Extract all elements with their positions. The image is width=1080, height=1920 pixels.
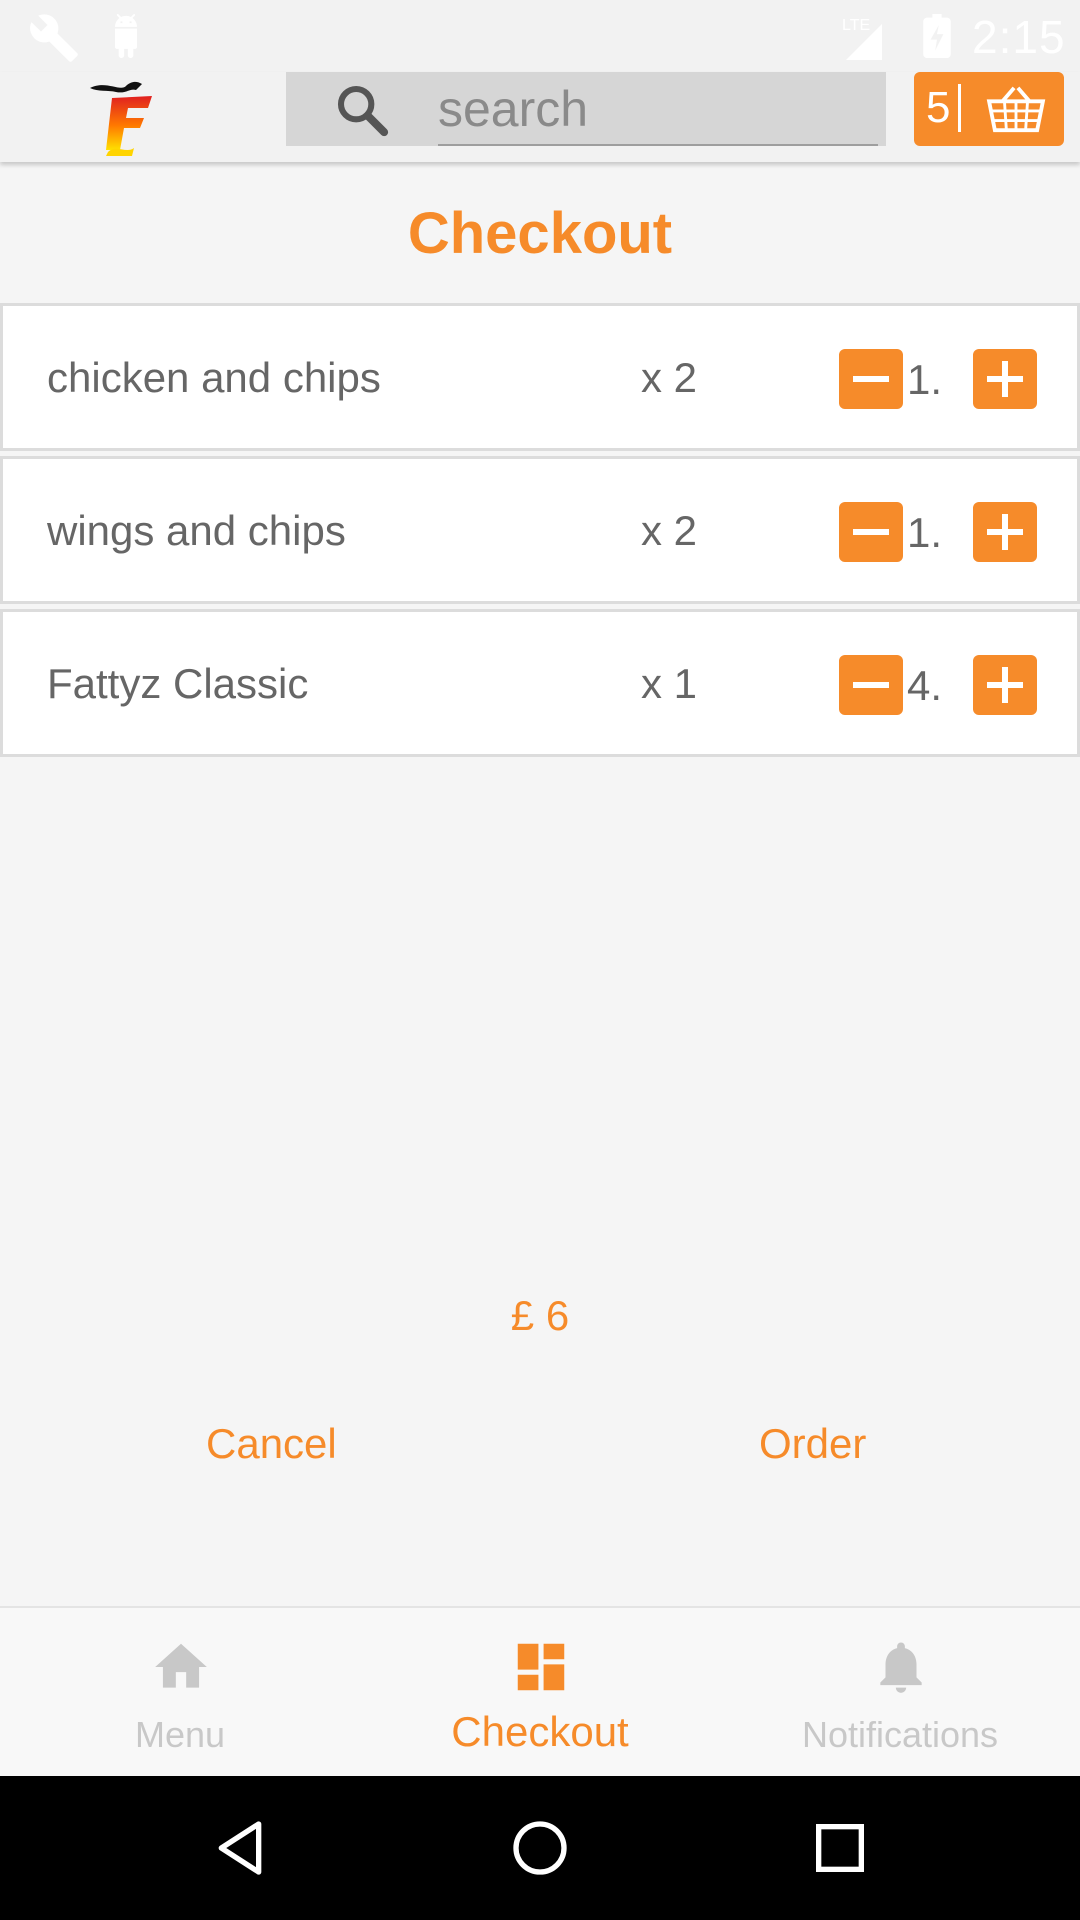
android-icon xyxy=(115,14,137,58)
nav-label: Checkout xyxy=(451,1708,629,1755)
item-name: Fattyz Classic xyxy=(47,660,309,707)
cart-count: 5 xyxy=(926,84,962,132)
page-title: Checkout xyxy=(407,201,673,266)
plus-icon xyxy=(987,361,1023,397)
increase-quantity-button[interactable] xyxy=(973,349,1037,409)
minus-icon xyxy=(853,529,889,535)
dashboard-icon xyxy=(517,1643,565,1691)
bell-icon xyxy=(880,1642,922,1693)
wrench-icon xyxy=(30,14,78,62)
minus-icon xyxy=(853,376,889,382)
nav-item-notifications[interactable]: Notifications xyxy=(720,1608,1080,1778)
cart-item-row: Fattyz Classic x 1 4. xyxy=(0,609,1080,757)
system-navigation-bar xyxy=(0,1776,1080,1920)
minus-icon xyxy=(853,682,889,688)
home-icon xyxy=(155,1643,207,1688)
home-circle-icon[interactable] xyxy=(508,1816,572,1880)
decrease-quantity-button[interactable] xyxy=(839,655,903,715)
decrease-quantity-button[interactable] xyxy=(839,502,903,562)
cancel-button[interactable]: Cancel xyxy=(206,1420,337,1468)
checkout-screen: LTE 2:15 search 5 Checkout chicken and c… xyxy=(0,0,1080,1920)
item-name: wings and chips xyxy=(47,507,346,554)
recent-apps-icon[interactable] xyxy=(808,1816,872,1880)
bottom-navigation: Menu Checkout Notifications xyxy=(0,1606,1080,1776)
item-quantity: x 1 xyxy=(641,660,698,707)
plus-icon xyxy=(987,667,1023,703)
search-input[interactable] xyxy=(438,72,858,146)
item-name: chicken and chips xyxy=(47,354,381,401)
lte-signal-icon: LTE xyxy=(842,17,882,60)
nav-item-menu[interactable]: Menu xyxy=(0,1608,360,1778)
item-quantity: x 2 xyxy=(641,507,698,554)
search-underline xyxy=(438,144,878,146)
cart-button[interactable]: 5 xyxy=(914,72,1064,146)
order-button[interactable]: Order xyxy=(759,1420,866,1468)
decrease-quantity-button[interactable] xyxy=(839,349,903,409)
item-value: 1. xyxy=(907,509,943,556)
svg-text:LTE: LTE xyxy=(842,17,870,34)
nav-item-checkout[interactable]: Checkout xyxy=(360,1608,720,1778)
status-time: 2:15 xyxy=(972,11,1066,63)
item-value: 4. xyxy=(907,662,943,709)
search-icon xyxy=(337,85,389,137)
cart-item-row: wings and chips x 2 1. xyxy=(0,456,1080,604)
cart-item-row: chicken and chips x 2 1. xyxy=(0,303,1080,451)
battery-charging-icon xyxy=(923,14,951,58)
nav-label: Notifications xyxy=(801,1714,999,1755)
back-icon[interactable] xyxy=(208,1816,272,1880)
increase-quantity-button[interactable] xyxy=(973,655,1037,715)
fattyz-logo-icon[interactable] xyxy=(86,78,166,158)
status-bar: LTE 2:15 xyxy=(0,0,1080,72)
app-toolbar: 5 xyxy=(0,72,1080,162)
basket-icon xyxy=(986,86,1046,133)
search-box[interactable] xyxy=(286,72,886,146)
item-quantity: x 2 xyxy=(641,354,698,401)
increase-quantity-button[interactable] xyxy=(973,502,1037,562)
plus-icon xyxy=(987,514,1023,550)
item-value: 1. xyxy=(907,356,943,403)
nav-label: Menu xyxy=(134,1714,226,1755)
order-total: £ 6 xyxy=(510,1292,570,1339)
